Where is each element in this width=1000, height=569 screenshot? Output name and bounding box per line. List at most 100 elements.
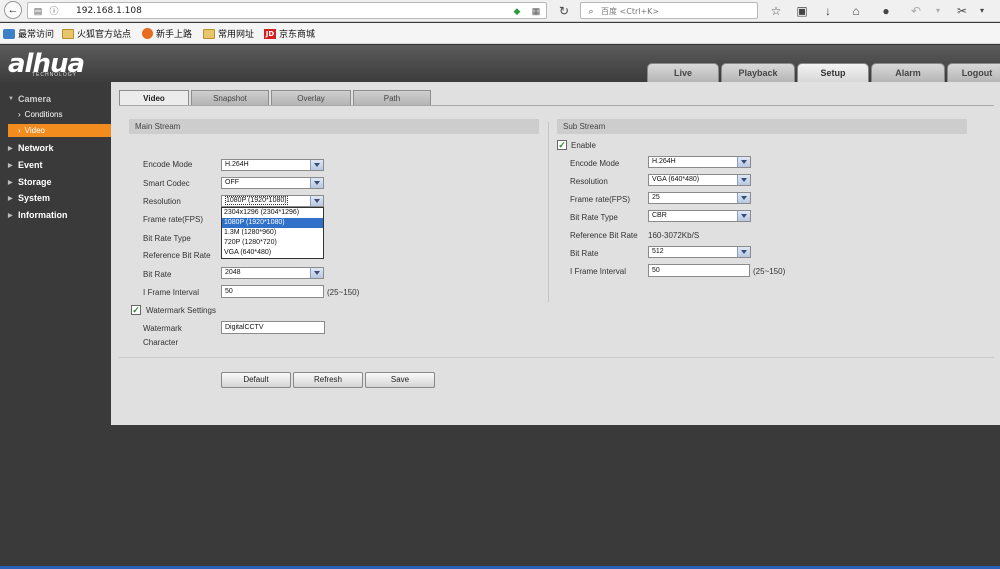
resolution-option[interactable]: 2304x1296 (2304*1296) bbox=[222, 208, 323, 218]
undo-icon[interactable]: ↶ bbox=[908, 3, 924, 19]
sub-frame-rate-select[interactable]: 25 bbox=[648, 192, 751, 204]
bookmark-label: 京东商城 bbox=[279, 30, 316, 40]
tab-logout[interactable]: Logout bbox=[947, 63, 1000, 82]
sub-bit-rate-type-select[interactable]: CBR bbox=[648, 210, 751, 222]
chevron-down-icon[interactable] bbox=[737, 175, 750, 185]
tabs-divider bbox=[119, 105, 994, 106]
resolution-option[interactable]: VGA (640*480) bbox=[222, 248, 323, 258]
reading-list-icon[interactable]: ▣ bbox=[794, 3, 810, 19]
main-encode-mode-select[interactable]: H.264H bbox=[221, 159, 324, 171]
reader-icon[interactable]: ▤ bbox=[32, 5, 44, 17]
chevron-down-icon[interactable] bbox=[310, 196, 323, 206]
bookmark-jd[interactable]: JD 京东商城 bbox=[264, 27, 315, 40]
chevron-down-icon[interactable] bbox=[310, 160, 323, 170]
home-icon[interactable]: ⌂ bbox=[848, 3, 864, 19]
bookmark-most-visited[interactable]: 最常访问 bbox=[3, 27, 54, 40]
chevron-down-icon[interactable] bbox=[737, 193, 750, 203]
info-icon[interactable]: ⓘ bbox=[48, 5, 60, 17]
main-frame-rate-label: Frame rate(FPS) bbox=[143, 215, 204, 224]
browser-toolbar: ← ▤ ⓘ 192.168.1.108 ◆ ▦ ↻ ⌕ 百度 <Ctrl+K> … bbox=[0, 0, 1000, 22]
qr-code-icon[interactable]: ▦ bbox=[530, 5, 542, 17]
select-value: H.264H bbox=[652, 158, 676, 165]
sidebar-item-video[interactable]: › Video bbox=[8, 124, 111, 137]
tab-live[interactable]: Live bbox=[647, 63, 719, 82]
main-encode-mode-label: Encode Mode bbox=[143, 160, 193, 169]
watermark-input[interactable]: DigitalCCTV bbox=[221, 321, 325, 334]
watermark-checkbox[interactable]: ✓ bbox=[131, 305, 141, 315]
tab-path[interactable]: Path bbox=[353, 90, 431, 106]
select-value: CBR bbox=[652, 212, 667, 219]
resolution-option-selected[interactable]: 1080P (1920*1080) bbox=[222, 218, 323, 228]
select-value: 1080P (1920*1080) bbox=[225, 196, 288, 205]
reload-icon[interactable]: ↻ bbox=[556, 3, 572, 19]
bookmark-getting-started[interactable]: 新手上路 bbox=[142, 27, 192, 40]
sidebar-item-storage[interactable]: ▶ Storage bbox=[8, 177, 52, 187]
main-bit-rate-label: Bit Rate bbox=[143, 270, 172, 279]
sidebar-item-system[interactable]: ▶ System bbox=[8, 193, 50, 203]
refresh-button[interactable]: Refresh bbox=[293, 372, 363, 388]
menu-chevron-icon[interactable]: ▾ bbox=[974, 3, 990, 19]
sidebar-item-conditions[interactable]: › Conditions bbox=[18, 110, 62, 119]
select-value: VGA (640*480) bbox=[652, 176, 700, 183]
default-button[interactable]: Default bbox=[221, 372, 291, 388]
tab-video[interactable]: Video bbox=[119, 90, 189, 106]
url-text[interactable]: 192.168.1.108 bbox=[76, 6, 142, 16]
tab-playback[interactable]: Playback bbox=[721, 63, 795, 82]
sidebar-item-network[interactable]: ▶ Network bbox=[8, 143, 54, 153]
sidebar-item-label: System bbox=[18, 193, 51, 203]
sub-reference-bit-rate-label: Reference Bit Rate bbox=[570, 231, 638, 240]
chevron-down-icon[interactable] bbox=[737, 211, 750, 221]
main-bit-rate-select[interactable]: 2048 bbox=[221, 267, 324, 279]
main-reference-bit-rate-label: Reference Bit Rate bbox=[143, 251, 211, 260]
chevron-down-icon[interactable]: ▾ bbox=[930, 3, 946, 19]
tab-overlay[interactable]: Overlay bbox=[271, 90, 351, 106]
chevron-down-icon[interactable] bbox=[310, 268, 323, 278]
chevron-right-icon: › bbox=[18, 126, 21, 135]
sub-enable-checkbox[interactable]: ✓ bbox=[557, 140, 567, 150]
sub-resolution-select[interactable]: VGA (640*480) bbox=[648, 174, 751, 186]
sidebar-item-label: Video bbox=[24, 126, 45, 135]
sub-iframe-input[interactable]: 50 bbox=[648, 264, 750, 277]
watermark-settings-label: Watermark Settings bbox=[146, 306, 216, 315]
crop-icon[interactable]: ✂ bbox=[954, 3, 970, 19]
sub-encode-mode-select[interactable]: H.264H bbox=[648, 156, 751, 168]
sidebar-item-camera[interactable]: ▼ Camera bbox=[8, 94, 51, 104]
search-input[interactable]: ⌕ 百度 <Ctrl+K> bbox=[580, 2, 758, 19]
main-smart-codec-select[interactable]: OFF bbox=[221, 177, 324, 189]
address-bar[interactable]: ▤ ⓘ 192.168.1.108 ◆ ▦ bbox=[27, 2, 547, 19]
bookmark-star-icon[interactable]: ☆ bbox=[768, 3, 784, 19]
content-panel: Video Snapshot Overlay Path Main Stream … bbox=[111, 82, 1000, 425]
tab-snapshot[interactable]: Snapshot bbox=[191, 90, 269, 106]
main-iframe-hint: (25~150) bbox=[327, 288, 360, 297]
tab-alarm[interactable]: Alarm bbox=[871, 63, 945, 82]
main-iframe-input[interactable]: 50 bbox=[221, 285, 324, 298]
sub-bit-rate-select[interactable]: 512 bbox=[648, 246, 751, 258]
sub-iframe-label: I Frame Interval bbox=[570, 267, 627, 276]
main-resolution-select[interactable]: 1080P (1920*1080) bbox=[221, 195, 324, 207]
resolution-dropdown-list: 2304x1296 (2304*1296) 1080P (1920*1080) … bbox=[221, 207, 324, 259]
resolution-option[interactable]: 720P (1280*720) bbox=[222, 238, 323, 248]
chevron-right-icon: › bbox=[18, 110, 21, 119]
collapsed-arrow-icon: ▶ bbox=[8, 162, 13, 169]
sub-bit-rate-label: Bit Rate bbox=[570, 249, 599, 258]
chevron-down-icon[interactable] bbox=[737, 247, 750, 257]
sidebar-item-information[interactable]: ▶ Information bbox=[8, 210, 68, 220]
sub-stream-title: Sub Stream bbox=[557, 119, 967, 134]
shield-icon[interactable]: ◆ bbox=[511, 5, 523, 17]
resolution-option[interactable]: 1.3M (1280*960) bbox=[222, 228, 323, 238]
sidebar-item-event[interactable]: ▶ Event bbox=[8, 160, 43, 170]
buttons-divider bbox=[119, 357, 994, 358]
bookmark-firefox-site[interactable]: 火狐官方站点 bbox=[62, 27, 131, 40]
chevron-down-icon[interactable] bbox=[310, 178, 323, 188]
back-button[interactable]: ← bbox=[4, 1, 22, 19]
save-button[interactable]: Save bbox=[365, 372, 435, 388]
sub-enable-label: Enable bbox=[571, 141, 596, 150]
main-iframe-label: I Frame Interval bbox=[143, 288, 200, 297]
sub-frame-rate-label: Frame rate(FPS) bbox=[570, 195, 631, 204]
bookmark-common-sites[interactable]: 常用网址 bbox=[203, 27, 254, 40]
chat-icon[interactable]: ● bbox=[878, 3, 894, 19]
chevron-down-icon[interactable] bbox=[737, 157, 750, 167]
sidebar: ▼ Camera › Conditions › Video ▶ Network … bbox=[0, 82, 111, 569]
tab-setup[interactable]: Setup bbox=[797, 63, 869, 82]
download-icon[interactable]: ↓ bbox=[820, 3, 836, 19]
